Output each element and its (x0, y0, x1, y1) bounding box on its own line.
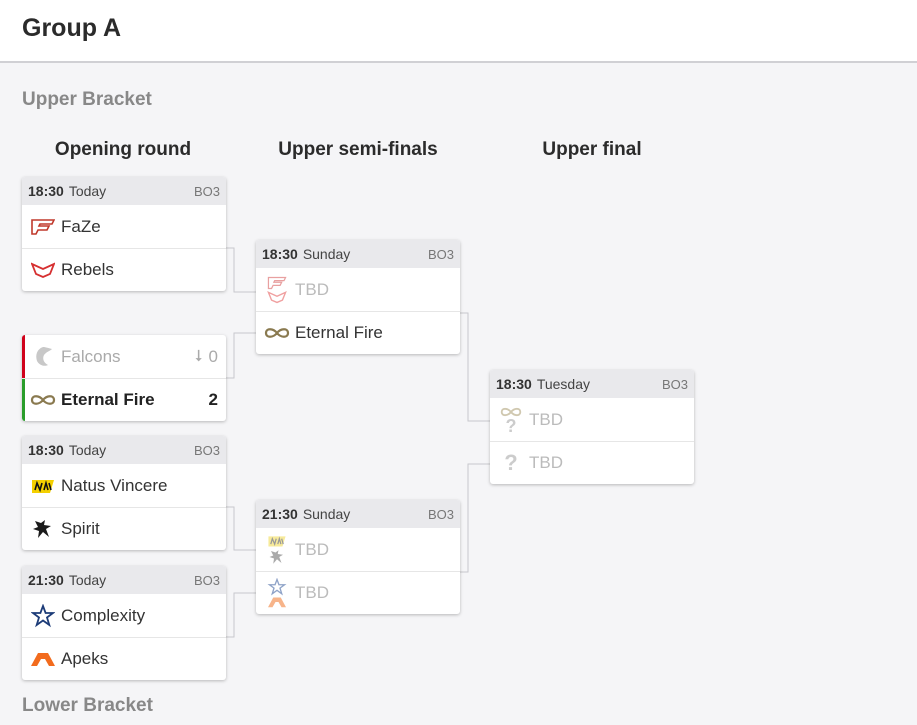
match-opening-3[interactable]: 18:30 Today BO3 Natus Vincere Spirit (22, 436, 226, 550)
match-opening-1[interactable]: 18:30 Today BO3 FaZe Rebels (22, 177, 226, 291)
natus-vincere-logo-icon (30, 473, 56, 499)
faze-logo-icon (267, 276, 287, 289)
team-row[interactable]: Apeks (22, 637, 226, 680)
match-format: BO3 (661, 376, 688, 392)
match-opening-2[interactable]: Falcons ⭣ 0 Eternal Fire 2 (22, 335, 226, 421)
team-name: TBD (295, 539, 329, 559)
question-mark-icon: ? (504, 450, 518, 475)
team-name: TBD (529, 409, 563, 429)
team-name: Apeks (61, 649, 109, 668)
team-name: TBD (529, 453, 563, 472)
team-name: Spirit (61, 519, 100, 538)
match-opening-4[interactable]: 21:30 Today BO3 Complexity Apeks (22, 566, 226, 680)
team-row[interactable]: FaZe (22, 205, 226, 248)
match-day: Today (68, 442, 107, 458)
team-row[interactable]: Natus Vincere (22, 464, 226, 507)
team-name: FaZe (61, 216, 101, 236)
match-time: 18:30 (28, 183, 64, 199)
spirit-logo-icon (30, 516, 56, 542)
team-row[interactable]: Complexity (22, 594, 226, 637)
match-format: BO3 (193, 183, 220, 199)
team-row-tbd[interactable]: TBD (256, 528, 460, 571)
match-day: Tuesday (536, 376, 590, 392)
faze-logo-icon (30, 214, 56, 240)
team-row[interactable]: Eternal Fire (256, 311, 460, 354)
team-score: 2 (208, 390, 218, 409)
match-header: 18:30 Today BO3 (22, 177, 226, 205)
match-header: 18:30 Sunday BO3 (256, 240, 460, 268)
loser-indicator (22, 335, 25, 378)
team-name: Natus Vincere (61, 475, 168, 495)
match-time: 18:30 (28, 442, 64, 458)
team-score: 0 (208, 346, 218, 366)
team-row-winner[interactable]: Eternal Fire 2 (22, 378, 226, 421)
spirit-logo-icon (269, 549, 283, 564)
match-format: BO3 (427, 246, 454, 262)
match-day: Sunday (302, 246, 351, 262)
match-time: 18:30 (262, 246, 298, 262)
team-row[interactable]: Spirit (22, 507, 226, 550)
team-row-tbd[interactable]: TBD (256, 571, 460, 614)
tbd-logos (264, 276, 290, 303)
match-header: 21:30 Today BO3 (22, 566, 226, 594)
team-name: Eternal Fire (61, 390, 155, 409)
team-name: Rebels (61, 260, 114, 279)
team-row[interactable]: Rebels (22, 248, 226, 291)
eternal-fire-logo-icon (264, 320, 290, 346)
question-mark-icon: ? (505, 415, 517, 436)
match-day: Sunday (302, 506, 351, 522)
team-row-loser[interactable]: Falcons ⭣ 0 (22, 335, 226, 378)
arrow-down-icon: ⭣ (195, 347, 203, 365)
team-name: Falcons (61, 346, 121, 366)
team-name: TBD (295, 583, 329, 602)
match-header: 21:30 Sunday BO3 (256, 500, 460, 528)
natus-vincere-logo-icon (268, 535, 286, 546)
match-time: 21:30 (262, 506, 298, 522)
tbd-logos: ? (498, 407, 524, 436)
complexity-logo-icon (267, 578, 287, 596)
match-time: 21:30 (28, 572, 64, 588)
match-format: BO3 (193, 442, 220, 458)
rebels-logo-icon (267, 290, 287, 303)
match-time: 18:30 (496, 376, 532, 392)
eternal-fire-logo-icon (30, 387, 56, 413)
tbd-logos (264, 578, 290, 608)
team-row-tbd[interactable]: ? TBD (490, 441, 694, 484)
team-name: Complexity (61, 605, 146, 625)
apeks-logo-icon (268, 597, 286, 608)
team-name: Eternal Fire (295, 323, 383, 342)
match-day: Today (68, 572, 107, 588)
team-name: TBD (295, 279, 329, 299)
match-header: 18:30 Today BO3 (22, 436, 226, 464)
match-header: 18:30 Tuesday BO3 (490, 370, 694, 398)
tbd-logos (264, 535, 290, 564)
match-format: BO3 (427, 506, 454, 522)
match-semi-2[interactable]: 21:30 Sunday BO3 TBD TBD (256, 500, 460, 614)
team-row-tbd[interactable]: ? TBD (490, 398, 694, 441)
match-day: Today (68, 183, 107, 199)
apeks-logo-icon (30, 646, 56, 672)
team-row-tbd[interactable]: TBD (256, 268, 460, 311)
winner-indicator (22, 379, 25, 421)
rebels-logo-icon (30, 257, 56, 283)
match-semi-1[interactable]: 18:30 Sunday BO3 TBD Eternal Fire (256, 240, 460, 354)
complexity-logo-icon (30, 603, 56, 629)
match-upper-final[interactable]: 18:30 Tuesday BO3 ? TBD ? TBD (490, 370, 694, 484)
falcons-logo-icon (30, 344, 56, 370)
match-format: BO3 (193, 572, 220, 588)
